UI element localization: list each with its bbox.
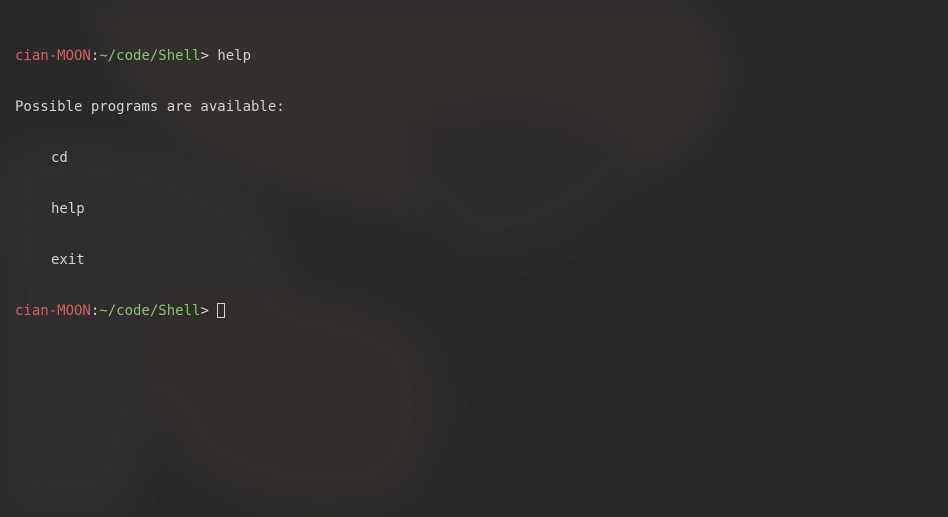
prompt-path: ~/code/Shell [99, 48, 201, 64]
output-item: exit [51, 252, 85, 268]
active-prompt-line[interactable]: cian-MOON:~/code/Shell> [15, 303, 285, 320]
prompt-symbol: > [200, 48, 218, 64]
text-cursor [217, 303, 226, 318]
prompt-path: ~/code/Shell [99, 303, 201, 319]
output-item: help [51, 201, 85, 217]
output-item: cd [51, 150, 68, 166]
output-header: Possible programs are available: [15, 99, 285, 115]
terminal-output[interactable]: cian-MOON:~/code/Shell> help Possible pr… [15, 14, 285, 337]
prompt-symbol: > [200, 303, 218, 319]
prompt-line: cian-MOON:~/code/Shell> help [15, 48, 285, 65]
prompt-user: cian-MOON [15, 303, 91, 319]
command-text: help [217, 48, 252, 64]
prompt-user: cian-MOON [15, 48, 91, 64]
